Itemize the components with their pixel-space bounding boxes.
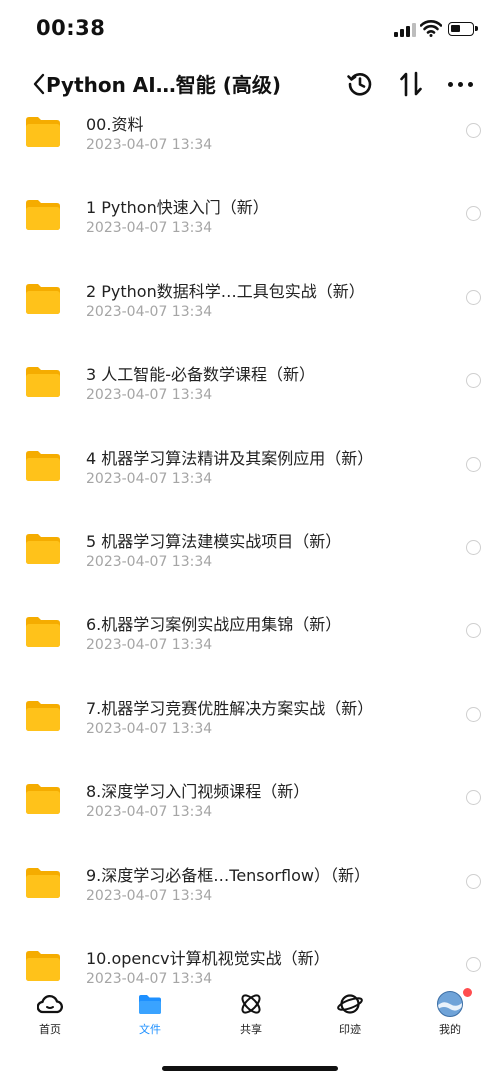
- sort-icon[interactable]: [398, 70, 424, 98]
- folder-icon: [26, 283, 60, 314]
- select-radio[interactable]: [466, 289, 481, 305]
- file-row[interactable]: 6.机器学习案例实战应用集锦（新） 2023-04-07 13:34: [0, 608, 500, 691]
- select-radio[interactable]: [466, 623, 481, 639]
- cellular-signal-icon: [394, 23, 416, 37]
- select-radio[interactable]: [466, 373, 481, 389]
- tab-profile-label: 我的: [439, 1023, 461, 1036]
- page-title: Python AI…智能 (高级): [46, 73, 281, 97]
- folder-icon: [26, 617, 60, 648]
- tab-traces[interactable]: 印迹: [320, 983, 380, 1043]
- tab-files[interactable]: 文件: [120, 983, 180, 1043]
- file-name: 7.机器学习竞赛优胜解决方案实战（新）: [86, 698, 374, 718]
- file-date: 2023-04-07 13:34: [86, 887, 213, 904]
- file-row[interactable]: 9.深度学习必备框…Tensorflow）（新） 2023-04-07 13:34: [0, 859, 500, 942]
- file-name: 2 Python数据科学…工具包实战（新）: [86, 281, 365, 301]
- file-name: 10.opencv计算机视觉实战（新）: [86, 949, 330, 968]
- select-radio[interactable]: [466, 123, 481, 138]
- file-date: 2023-04-07 13:34: [86, 804, 213, 821]
- file-date: 2023-04-07 13:34: [86, 220, 213, 237]
- cloud-home-icon: [37, 995, 63, 1014]
- select-radio[interactable]: [466, 790, 481, 806]
- status-bar: 00:38: [0, 0, 500, 60]
- file-date: 2023-04-07 13:34: [86, 387, 213, 404]
- select-radio[interactable]: [466, 957, 481, 972]
- file-name: 1 Python快速入门（新）: [86, 198, 269, 218]
- battery-icon: [448, 22, 478, 36]
- select-radio[interactable]: [466, 540, 481, 555]
- folder-icon: [26, 867, 60, 898]
- more-options-icon[interactable]: [448, 82, 474, 88]
- folder-tab-icon: [139, 995, 161, 1014]
- file-name: 8.深度学习入门视频课程（新）: [86, 782, 310, 802]
- avatar-icon: [437, 991, 463, 1017]
- tab-home-label: 首页: [39, 1023, 61, 1036]
- tab-home[interactable]: 首页: [20, 983, 80, 1043]
- share-atom-icon: [241, 994, 261, 1014]
- folder-icon: [26, 951, 60, 981]
- file-date: 2023-04-07 13:34: [86, 971, 213, 983]
- folder-icon: [26, 117, 60, 147]
- status-time: 00:38: [36, 16, 106, 40]
- select-radio[interactable]: [466, 706, 481, 722]
- tab-files-label: 文件: [139, 1023, 161, 1036]
- folder-icon: [26, 450, 60, 481]
- wifi-icon: [420, 20, 442, 37]
- file-date: 2023-04-07 13:34: [86, 470, 213, 487]
- select-radio[interactable]: [466, 206, 481, 222]
- file-name: 6.机器学习案例实战应用集锦（新）: [86, 615, 342, 635]
- tab-share[interactable]: 共享: [221, 983, 281, 1043]
- file-row[interactable]: 7.机器学习竞赛优胜解决方案实战（新） 2023-04-07 13:34: [0, 692, 500, 775]
- file-date: 2023-04-07 13:34: [86, 720, 213, 737]
- history-icon[interactable]: [346, 70, 374, 98]
- file-date: 2023-04-07 13:34: [86, 637, 213, 654]
- folder-icon: [26, 367, 60, 398]
- file-row[interactable]: 3 人工智能-必备数学课程（新） 2023-04-07 13:34: [0, 358, 500, 441]
- home-indicator[interactable]: [162, 1066, 338, 1071]
- select-radio[interactable]: [466, 456, 481, 472]
- planet-icon: [337, 994, 363, 1014]
- file-list: 00.资料 2023-04-07 13:34 1 Python快速入门（新） 2023…: [0, 108, 500, 983]
- folder-icon: [26, 534, 60, 564]
- file-name: 5 机器学习算法建模实战项目（新）: [86, 532, 342, 551]
- folder-icon: [26, 784, 60, 815]
- tab-traces-label: 印迹: [339, 1023, 361, 1036]
- file-row[interactable]: 00.资料 2023-04-07 13:34: [0, 108, 500, 191]
- file-row[interactable]: 2 Python数据科学…工具包实战（新） 2023-04-07 13:34: [0, 275, 500, 358]
- file-row[interactable]: 4 机器学习算法精讲及其案例应用（新） 2023-04-07 13:34: [0, 442, 500, 525]
- file-date: 2023-04-07 13:34: [86, 303, 213, 320]
- file-row[interactable]: 8.深度学习入门视频课程（新） 2023-04-07 13:34: [0, 775, 500, 858]
- nav-bar: Python AI…智能 (高级): [0, 60, 500, 108]
- folder-icon: [26, 700, 60, 731]
- file-name: 3 人工智能-必备数学课程（新）: [86, 365, 316, 385]
- file-row[interactable]: 5 机器学习算法建模实战项目（新） 2023-04-07 13:34: [0, 525, 500, 608]
- notification-badge: [463, 988, 472, 997]
- file-row[interactable]: 10.opencv计算机视觉实战（新） 2023-04-07 13:34: [0, 942, 500, 983]
- back-chevron-icon[interactable]: [32, 72, 46, 96]
- file-name: 00.资料: [86, 115, 144, 134]
- tab-share-label: 共享: [240, 1023, 262, 1036]
- file-name: 9.深度学习必备框…Tensorflow）（新）: [86, 865, 370, 885]
- file-date: 2023-04-07 13:34: [86, 137, 213, 153]
- select-radio[interactable]: [466, 873, 481, 889]
- folder-icon: [26, 200, 60, 231]
- file-date: 2023-04-07 13:34: [86, 554, 213, 570]
- file-name: 4 机器学习算法精讲及其案例应用（新）: [86, 448, 374, 468]
- file-row[interactable]: 1 Python快速入门（新） 2023-04-07 13:34: [0, 191, 500, 274]
